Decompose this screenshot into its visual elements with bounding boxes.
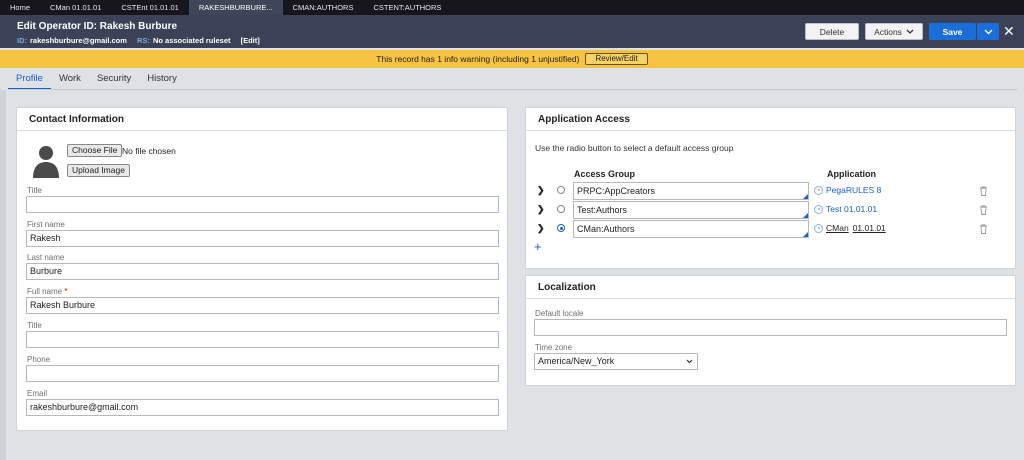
application-version: 01.01.01 — [852, 223, 886, 233]
tab-profile[interactable]: Profile — [8, 70, 51, 90]
full-name-input[interactable]: Rakesh Burbure — [26, 297, 499, 314]
application-icon — [814, 223, 823, 233]
application-name: PegaRULES — [826, 185, 875, 195]
choose-file-button[interactable]: Choose File — [67, 144, 123, 157]
time-zone-value: America/New_York — [538, 356, 615, 366]
first-name-label: First name — [27, 220, 65, 229]
application-icon — [814, 204, 823, 214]
access-group-input[interactable]: CMan:Authors — [573, 220, 809, 238]
default-locale-input[interactable] — [534, 319, 1007, 336]
tab-operator-record[interactable]: RAKESHBURBURE... — [188, 0, 283, 15]
default-group-radio[interactable] — [557, 205, 565, 213]
save-button[interactable]: Save — [929, 23, 976, 40]
default-locale-label: Default locale — [535, 309, 584, 318]
avatar-placeholder-icon — [32, 142, 60, 178]
application-name: Test — [826, 204, 842, 214]
contact-information-heading: Contact Information — [17, 108, 507, 131]
tab-cstent-app[interactable]: CSTEnt 01.01.01 — [111, 0, 189, 15]
left-splitter[interactable] — [0, 90, 6, 460]
application-cell[interactable]: CMan 01.01.01 — [814, 223, 890, 233]
page-title: Edit Operator ID: Rakesh Burbure — [17, 21, 178, 32]
access-group-column-header: Access Group — [574, 169, 636, 179]
record-header: Edit Operator ID: Rakesh Burbure ID: rake… — [0, 15, 1024, 48]
rs-key: RS: — [137, 36, 150, 45]
rs-value: No associated ruleset — [152, 36, 231, 45]
required-marker: * — [64, 287, 68, 296]
title-input[interactable] — [26, 196, 499, 213]
application-cell[interactable]: PegaRULES 8 — [814, 185, 881, 195]
save-label: Save — [942, 26, 963, 37]
chevron-down-icon — [686, 359, 693, 364]
tab-home[interactable]: Home — [0, 0, 40, 15]
delete-button[interactable]: Delete — [805, 23, 859, 40]
delete-label: Delete — [819, 26, 845, 37]
title2-label: Title — [27, 321, 42, 330]
add-access-group-icon[interactable]: + — [534, 240, 542, 253]
review-edit-button[interactable]: Review/Edit — [585, 53, 648, 65]
actions-label: Actions — [874, 26, 902, 37]
warning-text: This record has 1 info warning (includin… — [376, 54, 580, 64]
first-name-input[interactable]: Rakesh — [26, 230, 499, 247]
application-access-panel: Application Access Use the radio button … — [525, 107, 1016, 269]
phone-label: Phone — [27, 355, 51, 364]
tab-cstent-authors[interactable]: CSTENT:AUTHORS — [363, 0, 451, 15]
id-key: ID: — [17, 36, 27, 45]
record-subtabs: Profile Work Security History — [8, 70, 185, 90]
application-column-header: Application — [827, 169, 876, 179]
localization-heading: Localization — [526, 276, 1015, 299]
full-name-label-text: Full name — [27, 287, 63, 296]
file-chosen-text: No file chosen — [122, 146, 176, 156]
access-group-input[interactable]: Test:Authors — [573, 201, 809, 219]
workspace-tab-bar: Home CMan 01.01.01 CSTEnt 01.01.01 RAKES… — [0, 0, 1024, 15]
tab-cman-authors[interactable]: CMAN:AUTHORS — [283, 0, 364, 15]
email-label: Email — [27, 389, 48, 398]
full-name-label: Full name * — [27, 287, 67, 296]
time-zone-label: Time zone — [535, 343, 573, 352]
title-label: Title — [27, 186, 42, 195]
application-icon — [814, 185, 823, 195]
time-zone-select[interactable]: America/New_York — [534, 353, 698, 370]
edit-ruleset-link[interactable]: [Edit] — [241, 36, 260, 45]
last-name-label: Last name — [27, 253, 65, 262]
save-options-button[interactable] — [977, 23, 999, 40]
chevron-down-icon — [984, 29, 992, 34]
application-name: CMan — [826, 223, 849, 233]
trash-icon[interactable] — [979, 224, 988, 234]
title2-input[interactable] — [26, 331, 499, 348]
phone-input[interactable] — [26, 365, 499, 382]
tab-history[interactable]: History — [139, 70, 185, 90]
access-group-hint: Use the radio button to select a default… — [535, 143, 734, 153]
tab-work[interactable]: Work — [51, 70, 89, 90]
application-cell[interactable]: Test 01.01.01 — [814, 204, 877, 214]
application-version: 01.01.01 — [843, 204, 878, 214]
expand-row-chevron-icon[interactable]: ❯ — [537, 223, 545, 234]
default-group-radio[interactable] — [557, 186, 565, 194]
trash-icon[interactable] — [979, 205, 988, 215]
close-icon[interactable]: ✕ — [1003, 23, 1015, 40]
tab-security[interactable]: Security — [89, 70, 139, 90]
trash-icon[interactable] — [979, 186, 988, 196]
tab-cman-app[interactable]: CMan 01.01.01 — [40, 0, 111, 15]
expand-row-chevron-icon[interactable]: ❯ — [537, 204, 545, 215]
upload-image-button[interactable]: Upload Image — [67, 164, 130, 177]
id-value: rakeshburbure@gmail.com — [30, 36, 127, 45]
contact-information-panel: Contact Information Choose File No file … — [16, 107, 508, 431]
application-access-heading: Application Access — [526, 108, 1015, 131]
chevron-down-icon — [906, 29, 914, 34]
last-name-input[interactable]: Burbure — [26, 263, 499, 280]
actions-button[interactable]: Actions — [865, 23, 923, 40]
record-meta: ID: rakeshburbure@gmail.com RS: No associa… — [17, 36, 268, 45]
email-input[interactable]: rakeshburbure@gmail.com — [26, 399, 499, 416]
default-group-radio[interactable] — [557, 224, 565, 232]
warning-bar: This record has 1 info warning (includin… — [0, 50, 1024, 68]
localization-panel: Localization Default locale Time zone Am… — [525, 275, 1016, 386]
access-group-input[interactable]: PRPC:AppCreators — [573, 182, 809, 200]
expand-row-chevron-icon[interactable]: ❯ — [537, 185, 545, 196]
application-version: 8 — [876, 185, 882, 195]
subtab-divider — [8, 89, 1018, 90]
